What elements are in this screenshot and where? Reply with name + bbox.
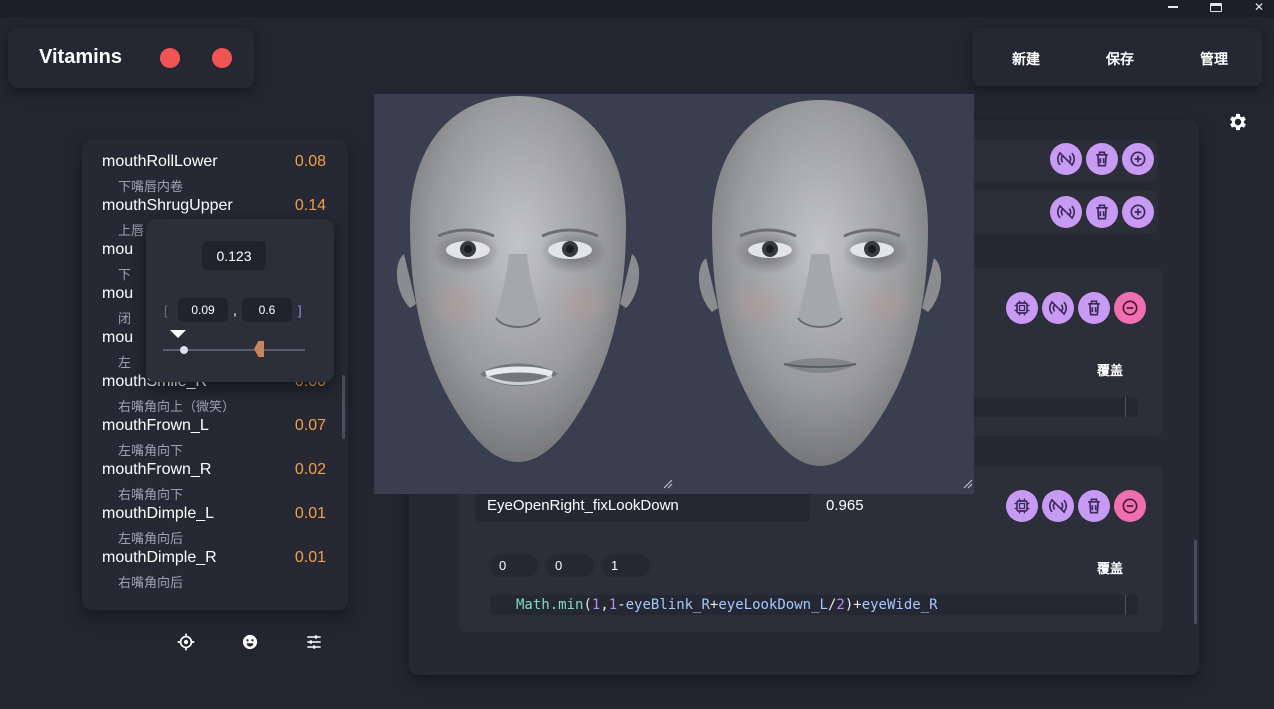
- min-value-input[interactable]: 0.09: [178, 298, 228, 322]
- resize-grip-icon: [663, 479, 673, 489]
- delete-button[interactable]: [1086, 196, 1118, 228]
- param-input-1[interactable]: 0: [490, 555, 538, 577]
- chip-icon: [1014, 498, 1030, 514]
- code-input-divider: [1125, 397, 1126, 417]
- signal-icon: [1056, 151, 1076, 167]
- gear-icon[interactable]: [1227, 111, 1249, 133]
- add-button[interactable]: [1122, 196, 1154, 228]
- delete-button[interactable]: [1078, 292, 1110, 324]
- face-preview-viewport[interactable]: [374, 94, 974, 494]
- remove-button[interactable]: [1114, 490, 1146, 522]
- delete-button[interactable]: [1086, 143, 1118, 175]
- max-value-input[interactable]: 0.6: [242, 298, 292, 322]
- param-input-2[interactable]: 0: [546, 555, 594, 577]
- title-bar: [0, 0, 1274, 18]
- minimize-icon: [1168, 6, 1178, 8]
- trash-icon: [1088, 300, 1100, 316]
- close-button[interactable]: ✕: [1239, 0, 1274, 14]
- cover-button[interactable]: 覆盖: [1097, 558, 1123, 577]
- new-button[interactable]: 新建: [1012, 49, 1040, 69]
- range-popup: 0.123 [ 0.09 , 0.6 ]: [146, 219, 334, 382]
- sliders-icon[interactable]: [304, 632, 324, 652]
- close-icon: ✕: [1253, 0, 1265, 14]
- plus-circle-icon: [1130, 151, 1146, 167]
- expression-value: 0.965: [826, 497, 864, 514]
- signal-icon: [1048, 300, 1068, 316]
- open-bracket: [: [164, 303, 168, 318]
- add-button[interactable]: [1122, 143, 1154, 175]
- range-separator: ,: [233, 302, 237, 318]
- brand-panel: Vitamins: [8, 28, 254, 88]
- signal-button[interactable]: [1042, 490, 1074, 522]
- slider-high-handle[interactable]: [254, 341, 264, 357]
- code-input-divider: [1125, 595, 1126, 615]
- close-bracket: ]: [298, 303, 302, 318]
- red-dot-button[interactable]: [160, 48, 180, 68]
- scrollbar[interactable]: [1194, 540, 1197, 624]
- param-input-3[interactable]: 1: [602, 555, 650, 577]
- signal-button[interactable]: [1050, 196, 1082, 228]
- signal-icon: [1056, 204, 1076, 220]
- trash-icon: [1096, 151, 1108, 167]
- maximize-button[interactable]: [1196, 0, 1236, 14]
- manage-button[interactable]: 管理: [1200, 49, 1228, 69]
- signal-button[interactable]: [1042, 292, 1074, 324]
- signal-icon: [1048, 498, 1068, 514]
- face-render: [396, 96, 973, 489]
- app-title: Vitamins: [39, 46, 122, 68]
- delete-button[interactable]: [1078, 490, 1110, 522]
- cover-button[interactable]: 覆盖: [1097, 360, 1123, 379]
- top-menu: 新建 保存 管理: [972, 28, 1262, 86]
- slider-low-handle[interactable]: [180, 346, 188, 354]
- chip-button[interactable]: [1006, 292, 1038, 324]
- trash-icon: [1088, 498, 1100, 514]
- resize-grip-icon: [963, 479, 973, 489]
- signal-button[interactable]: [1050, 143, 1082, 175]
- current-value-field[interactable]: 0.123: [202, 241, 266, 270]
- smiley-icon[interactable]: [240, 632, 260, 652]
- minus-circle-icon: [1122, 498, 1138, 514]
- chip-button[interactable]: [1006, 490, 1038, 522]
- scrollbar[interactable]: [342, 375, 345, 439]
- plus-circle-icon: [1130, 204, 1146, 220]
- expression-name-input[interactable]: EyeOpenRight_fixLookDown: [475, 490, 810, 522]
- remove-button[interactable]: [1114, 292, 1146, 324]
- chip-icon: [1014, 300, 1030, 316]
- triangle-marker-icon: [170, 330, 186, 338]
- face-model-left: [396, 96, 640, 462]
- trash-icon: [1096, 204, 1108, 220]
- expression-code: Math.min(1,1-eyeBlink_R+eyeLookDown_L/2)…: [516, 597, 938, 613]
- crosshair-icon[interactable]: [176, 632, 196, 652]
- minimize-button[interactable]: [1153, 0, 1193, 14]
- minus-circle-icon: [1122, 300, 1138, 316]
- maximize-icon: [1210, 2, 1222, 12]
- red-dot-button-2[interactable]: [212, 48, 232, 68]
- save-button[interactable]: 保存: [1106, 49, 1134, 69]
- face-model-right: [698, 100, 942, 466]
